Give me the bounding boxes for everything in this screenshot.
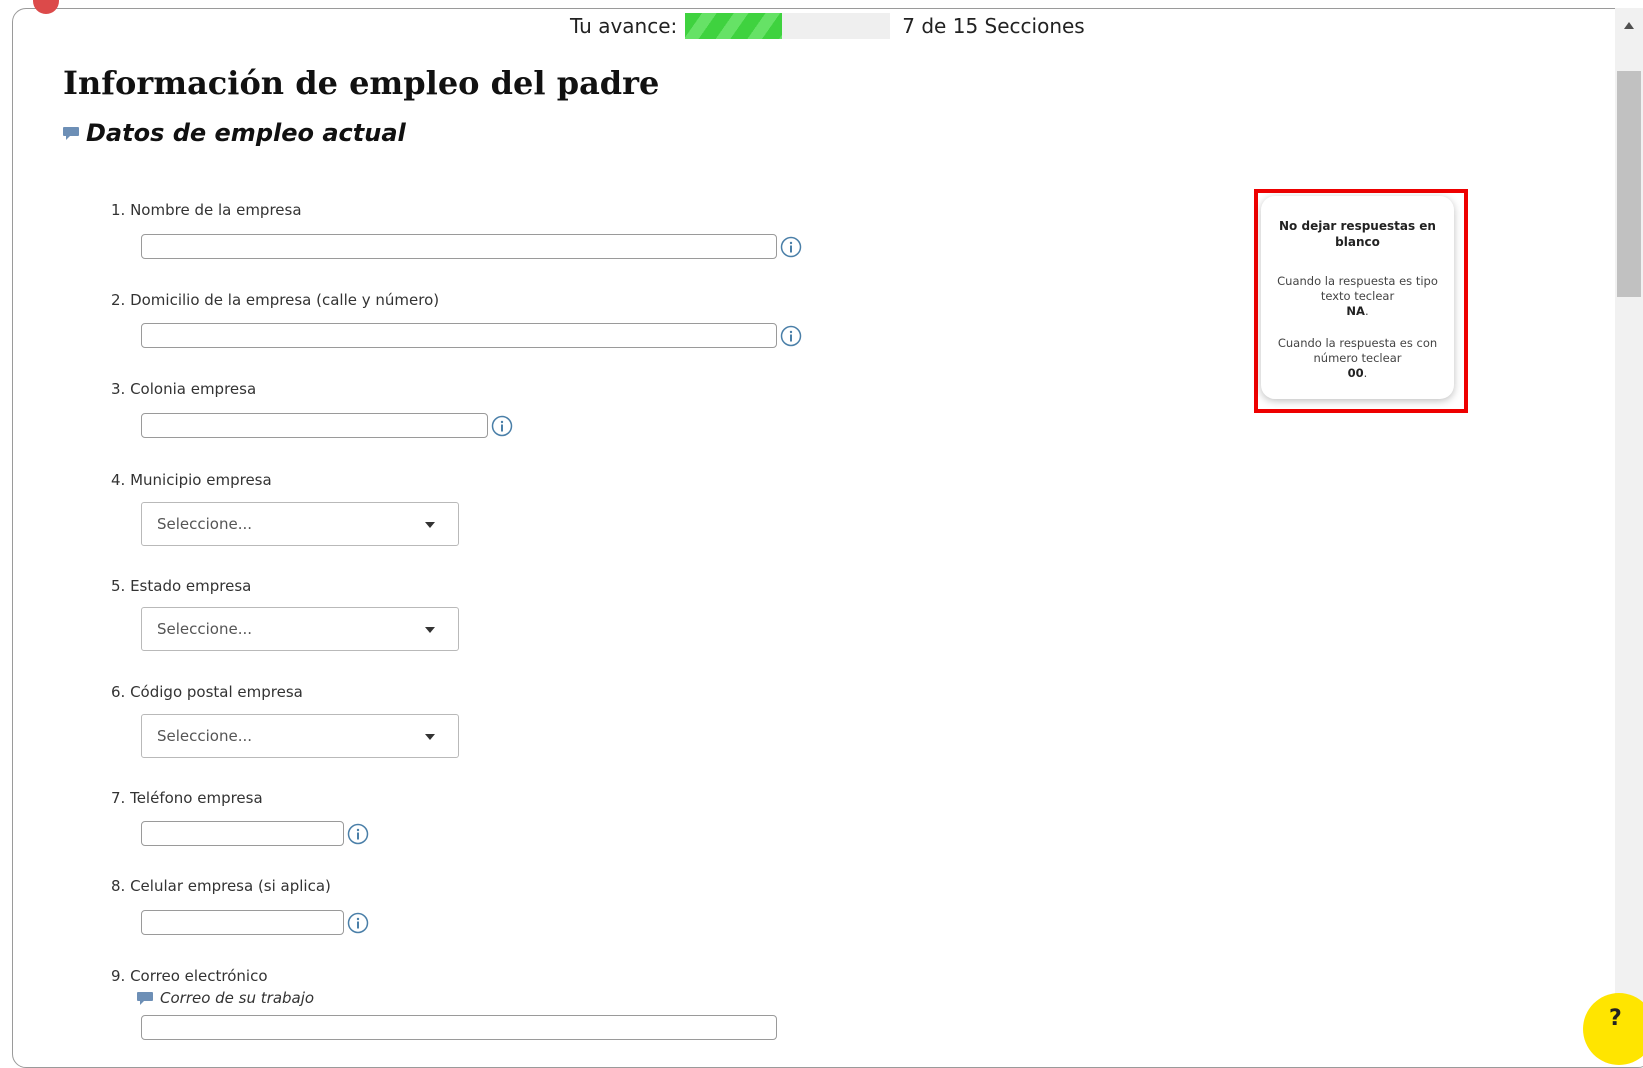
info-circle-icon[interactable] bbox=[491, 415, 513, 437]
info-circle-icon[interactable] bbox=[347, 823, 369, 845]
progress-bar bbox=[685, 13, 891, 39]
select-value: Seleccione... bbox=[157, 620, 253, 638]
progress-bar-fill bbox=[685, 13, 782, 39]
info-circle-icon[interactable] bbox=[780, 236, 802, 258]
info-circle-icon[interactable] bbox=[347, 912, 369, 934]
company-colony-label: 3. Colonia empresa bbox=[111, 380, 257, 398]
speech-bubble-icon bbox=[63, 126, 79, 140]
company-state-label: 5. Estado empresa bbox=[111, 577, 252, 595]
progress-label: Tu avance: bbox=[570, 14, 678, 38]
scrollbar-thumb[interactable] bbox=[1617, 71, 1641, 297]
vertical-scrollbar[interactable] bbox=[1615, 8, 1643, 1023]
company-colony-input[interactable] bbox=[141, 413, 488, 438]
company-phone-label: 7. Teléfono empresa bbox=[111, 789, 263, 807]
company-address-label: 2. Domicilio de la empresa (calle y núme… bbox=[111, 291, 440, 309]
progress-indicator: Tu avance: 7 de 15 Secciones bbox=[570, 13, 1085, 39]
caret-down-icon bbox=[425, 522, 435, 528]
speech-bubble-icon bbox=[137, 991, 153, 1005]
company-municipality-label: 4. Municipio empresa bbox=[111, 471, 272, 489]
company-state-select[interactable]: Seleccione... bbox=[141, 607, 459, 651]
help-icon: ? bbox=[1609, 1006, 1622, 1031]
company-email-input[interactable] bbox=[141, 1015, 777, 1040]
notice-text-value: NA bbox=[1346, 304, 1365, 318]
notice-period: . bbox=[1364, 304, 1369, 318]
scroll-up-arrow-icon[interactable] bbox=[1624, 22, 1634, 29]
company-cellphone-input[interactable] bbox=[141, 910, 344, 935]
notice-number-value: 00 bbox=[1347, 366, 1364, 380]
company-name-input[interactable] bbox=[141, 234, 777, 259]
info-circle-icon[interactable] bbox=[780, 325, 802, 347]
company-cellphone-label: 8. Celular empresa (si aplica) bbox=[111, 877, 331, 895]
company-name-label: 1. Nombre de la empresa bbox=[111, 201, 302, 219]
company-address-input[interactable] bbox=[141, 323, 777, 348]
notice-number-rule: Cuando la respuesta es con número teclea… bbox=[1275, 336, 1440, 381]
page-title: Información de empleo del padre bbox=[63, 64, 660, 102]
notice-number-rule-text: Cuando la respuesta es con número teclea… bbox=[1277, 336, 1438, 365]
section-subtitle: Datos de empleo actual bbox=[63, 119, 406, 147]
company-municipality-select[interactable]: Seleccione... bbox=[141, 502, 459, 546]
notice-text-rule-text: Cuando la respuesta es tipo texto teclea… bbox=[1277, 274, 1438, 303]
notice-card: No dejar respuestas en blanco Cuando la … bbox=[1261, 196, 1454, 399]
company-zip-select[interactable]: Seleccione... bbox=[141, 714, 459, 758]
caret-down-icon bbox=[425, 627, 435, 633]
progress-text: 7 de 15 Secciones bbox=[902, 14, 1085, 38]
select-value: Seleccione... bbox=[157, 515, 253, 533]
company-phone-input[interactable] bbox=[141, 821, 344, 846]
company-email-label: 9. Correo electrónico bbox=[111, 967, 268, 985]
select-value: Seleccione... bbox=[157, 727, 253, 745]
company-email-hint: Correo de su trabajo bbox=[137, 989, 314, 1007]
notice-text-rule: Cuando la respuesta es tipo texto teclea… bbox=[1275, 274, 1440, 319]
notice-period: . bbox=[1363, 366, 1368, 380]
company-email-hint-text: Correo de su trabajo bbox=[160, 989, 315, 1007]
notice-title: No dejar respuestas en blanco bbox=[1279, 219, 1436, 249]
caret-down-icon bbox=[425, 734, 435, 740]
section-subtitle-text: Datos de empleo actual bbox=[86, 119, 406, 147]
company-zip-label: 6. Código postal empresa bbox=[111, 683, 303, 701]
